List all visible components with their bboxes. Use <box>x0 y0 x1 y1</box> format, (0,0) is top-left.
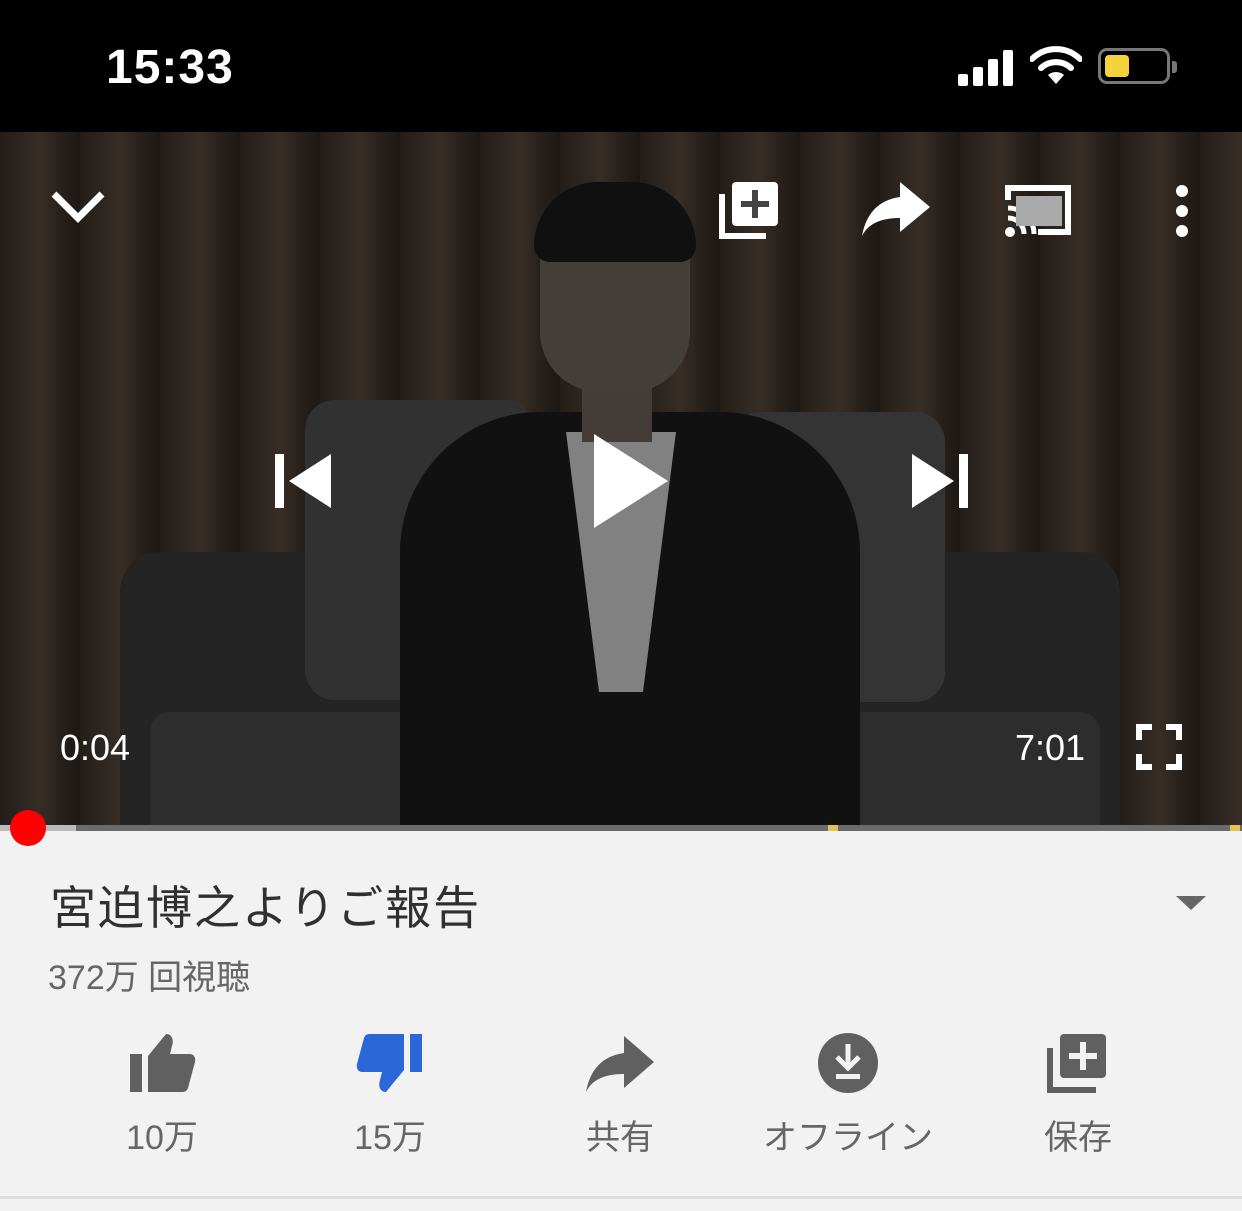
expand-description-icon[interactable] <box>1176 896 1206 910</box>
duration: 7:01 <box>1015 727 1086 768</box>
more-options-icon[interactable] <box>1170 184 1194 238</box>
share-icon[interactable] <box>860 180 932 238</box>
save-button[interactable]: 保存 <box>978 1030 1178 1159</box>
status-bar: 15:33 <box>0 0 1242 132</box>
playlist-add-icon <box>1047 1034 1106 1093</box>
wifi-icon <box>1030 46 1082 84</box>
play-icon[interactable] <box>592 432 670 530</box>
share-label: 共有 <box>586 1119 654 1157</box>
fullscreen-icon[interactable] <box>1136 724 1182 770</box>
minimize-chevron-down-icon[interactable] <box>50 188 106 228</box>
cellular-signal-icon <box>958 50 1014 86</box>
previous-icon[interactable] <box>275 452 333 510</box>
ad-marker <box>828 825 838 831</box>
battery-icon <box>1098 48 1177 84</box>
download-icon <box>818 1033 878 1093</box>
section-divider <box>0 1196 1242 1199</box>
offline-button[interactable]: オフライン <box>748 1030 948 1159</box>
like-count: 10万 <box>126 1119 198 1157</box>
status-time: 15:33 <box>106 41 234 94</box>
thumb-up-icon <box>130 1034 196 1092</box>
save-label: 保存 <box>1044 1119 1112 1157</box>
current-time: 0:04 <box>60 727 131 768</box>
dislike-count: 15万 <box>354 1119 426 1157</box>
ad-marker <box>1230 825 1240 831</box>
view-count: 372万 回視聴 <box>48 959 251 997</box>
share-button[interactable]: 共有 <box>520 1030 720 1159</box>
offline-label: オフライン <box>763 1119 933 1157</box>
cast-icon[interactable] <box>1004 182 1072 238</box>
progress-scrubber[interactable] <box>10 810 46 846</box>
dislike-button[interactable]: 15万 <box>290 1030 490 1159</box>
video-title: 宮迫博之よりご報告 <box>50 882 482 934</box>
add-to-playlist-icon[interactable] <box>718 180 782 240</box>
progress-bar[interactable] <box>0 825 1242 831</box>
next-icon[interactable] <box>910 452 968 510</box>
like-button[interactable]: 10万 <box>62 1030 262 1159</box>
thumb-down-icon <box>356 1034 422 1092</box>
share-icon <box>586 1036 654 1092</box>
